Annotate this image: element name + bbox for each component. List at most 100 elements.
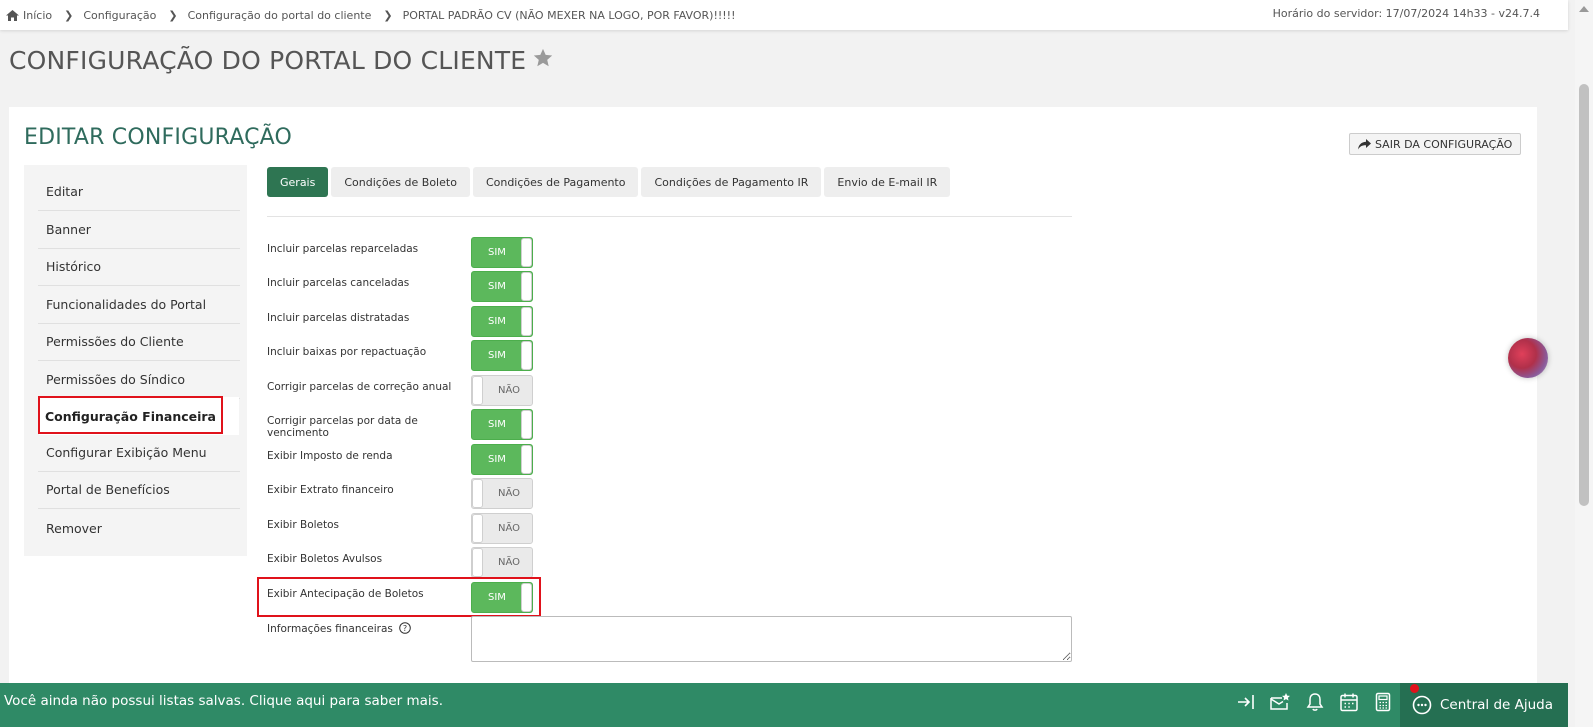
toggle-state: NÃO — [498, 523, 521, 534]
toggle-state: SIM — [488, 454, 506, 465]
chat-bubble-icon — [1412, 695, 1432, 715]
toggle-state: SIM — [488, 592, 506, 603]
toggle-knob — [472, 376, 483, 405]
toggle-incluir-canceladas[interactable]: SIM — [471, 271, 533, 302]
toggle-exibir-boletos-avulsos[interactable]: NÃO — [471, 547, 533, 578]
notification-dot — [1410, 684, 1419, 693]
vertical-scrollbar[interactable] — [1575, 0, 1593, 727]
tab-condicoes-pagamento[interactable]: Condições de Pagamento — [472, 167, 639, 197]
calendar-icon[interactable] — [1338, 691, 1360, 713]
tab-condicoes-pagamento-ir[interactable]: Condições de Pagamento IR — [641, 167, 822, 197]
toggle-knob — [521, 445, 532, 474]
sidebar-item-permissoes-sindico[interactable]: Permissões do Síndico — [38, 361, 240, 399]
setting-label: Exibir Boletos Avulsos — [267, 553, 383, 565]
toggle-exibir-antecipacao[interactable]: SIM — [471, 582, 533, 613]
sidebar-item-banner[interactable]: Banner — [38, 211, 240, 249]
sidebar-item-config-financeira[interactable]: Configuração Financeira — [39, 397, 239, 435]
toggle-incluir-baixas[interactable]: SIM — [471, 340, 533, 371]
toggle-knob — [521, 341, 532, 370]
breadcrumb-home[interactable]: Início — [23, 9, 52, 22]
toggle-corrigir-correcao-anual[interactable]: NÃO — [471, 375, 533, 406]
sidebar-item-label: Editar — [46, 184, 84, 199]
setting-label: Incluir parcelas reparceladas — [267, 243, 419, 255]
page-title-text: CONFIGURAÇÃO DO PORTAL DO CLIENTE — [9, 46, 527, 75]
toggle-exibir-imposto-renda[interactable]: SIM — [471, 444, 533, 475]
toggle-state: NÃO — [498, 488, 521, 499]
tabs-divider — [267, 216, 1072, 217]
toggle-corrigir-vencimento[interactable]: SIM — [471, 409, 533, 440]
financial-info-label-text: Informações financeiras — [267, 623, 393, 635]
breadcrumb: Início ❯ Configuração ❯ Configuração do … — [6, 9, 736, 22]
toggle-state: SIM — [488, 281, 506, 292]
scroll-up-icon[interactable] — [1579, 6, 1589, 12]
chevron-right-icon: ❯ — [383, 8, 393, 22]
config-sidebar: Editar Banner Histórico Funcionalidades … — [24, 165, 247, 556]
assistant-bubble[interactable] — [1508, 338, 1548, 378]
toggle-exibir-boletos[interactable]: NÃO — [471, 513, 533, 544]
tab-condicoes-boleto[interactable]: Condições de Boleto — [331, 167, 470, 197]
sign-in-arrow-icon[interactable] — [1235, 691, 1257, 713]
tab-envio-email-ir[interactable]: Envio de E-mail IR — [824, 167, 951, 197]
sidebar-item-label: Permissões do Síndico — [46, 372, 186, 387]
sidebar-item-portal-beneficios[interactable]: Portal de Benefícios — [38, 471, 240, 509]
setting-label: Exibir Boletos — [267, 519, 340, 531]
setting-label: Incluir parcelas canceladas — [267, 277, 410, 289]
toggle-state: NÃO — [498, 385, 521, 396]
sidebar-item-label: Histórico — [46, 259, 102, 274]
financial-info-textarea[interactable] — [471, 616, 1072, 662]
bell-icon[interactable] — [1304, 691, 1326, 713]
sidebar-item-label: Funcionalidades do Portal — [46, 297, 207, 312]
setting-label: Exibir Extrato financeiro — [267, 484, 394, 496]
chevron-right-icon: ❯ — [64, 8, 74, 22]
breadcrumb-portal-config[interactable]: Configuração do portal do cliente — [188, 9, 372, 22]
sidebar-item-remover[interactable]: Remover — [38, 509, 240, 547]
toggle-knob — [521, 238, 532, 267]
share-arrow-icon — [1358, 138, 1371, 149]
sidebar-item-editar[interactable]: Editar — [38, 173, 240, 211]
breadcrumb-configuracao[interactable]: Configuração — [83, 9, 156, 22]
toggle-knob — [521, 410, 532, 439]
toggle-incluir-reparceladas[interactable]: SIM — [471, 237, 533, 268]
scrollbar-thumb[interactable] — [1579, 84, 1589, 506]
toggle-knob — [472, 548, 483, 577]
sidebar-item-historico[interactable]: Histórico — [38, 248, 240, 286]
toggle-state: SIM — [488, 350, 506, 361]
saved-lists-message[interactable]: Você ainda não possui listas salvas. Cli… — [4, 693, 443, 709]
sidebar-item-permissoes-cliente[interactable]: Permissões do Cliente — [38, 323, 240, 361]
exit-config-button[interactable]: SAIR DA CONFIGURAÇÃO — [1349, 133, 1522, 155]
mail-star-icon[interactable] — [1269, 691, 1291, 713]
toggle-state: SIM — [488, 316, 506, 327]
svg-text:?: ? — [403, 624, 407, 633]
setting-label: Corrigir parcelas de correção anual — [267, 381, 452, 393]
calculator-icon[interactable] — [1372, 691, 1394, 713]
tab-gerais[interactable]: Gerais — [267, 167, 329, 197]
financial-info-label: Informações financeiras ? — [267, 622, 467, 635]
sidebar-item-label: Permissões do Cliente — [46, 334, 184, 349]
sidebar-item-exibicao-menu[interactable]: Configurar Exibição Menu — [38, 434, 240, 472]
edit-config-panel: EDITAR CONFIGURAÇÃO SAIR DA CONFIGURAÇÃO… — [9, 107, 1537, 697]
help-circle-icon[interactable]: ? — [399, 622, 412, 634]
bottom-bar: Você ainda não possui listas salvas. Cli… — [0, 683, 1568, 727]
page-title: CONFIGURAÇÃO DO PORTAL DO CLIENTE — [9, 46, 554, 75]
toggle-knob — [521, 307, 532, 336]
setting-label: Corrigir parcelas por data de vencimento — [267, 415, 418, 439]
setting-label: Incluir baixas por repactuação — [267, 346, 427, 358]
chevron-right-icon: ❯ — [168, 8, 178, 22]
star-icon[interactable] — [532, 47, 554, 69]
toggle-state: NÃO — [498, 557, 521, 568]
sidebar-item-label: Configuração Financeira — [45, 408, 216, 424]
toggle-incluir-distratadas[interactable]: SIM — [471, 306, 533, 337]
setting-label: Exibir Imposto de renda — [267, 450, 393, 462]
setting-label: Incluir parcelas distratadas — [267, 312, 410, 324]
home-icon[interactable] — [6, 9, 19, 21]
sidebar-item-label: Configurar Exibição Menu — [46, 445, 207, 460]
config-tabs: Gerais Condições de Boleto Condições de … — [267, 167, 953, 197]
sidebar-item-label: Portal de Benefícios — [46, 482, 170, 497]
sidebar-item-funcionalidades[interactable]: Funcionalidades do Portal — [38, 286, 240, 324]
toggle-knob — [472, 514, 483, 543]
help-center-button[interactable]: Central de Ajuda — [1400, 683, 1568, 727]
setting-label: Exibir Antecipação de Boletos — [267, 588, 424, 600]
toggle-state: SIM — [488, 419, 506, 430]
server-time: Horário do servidor: 17/07/2024 14h33 - … — [1272, 7, 1540, 20]
toggle-exibir-extrato[interactable]: NÃO — [471, 478, 533, 509]
